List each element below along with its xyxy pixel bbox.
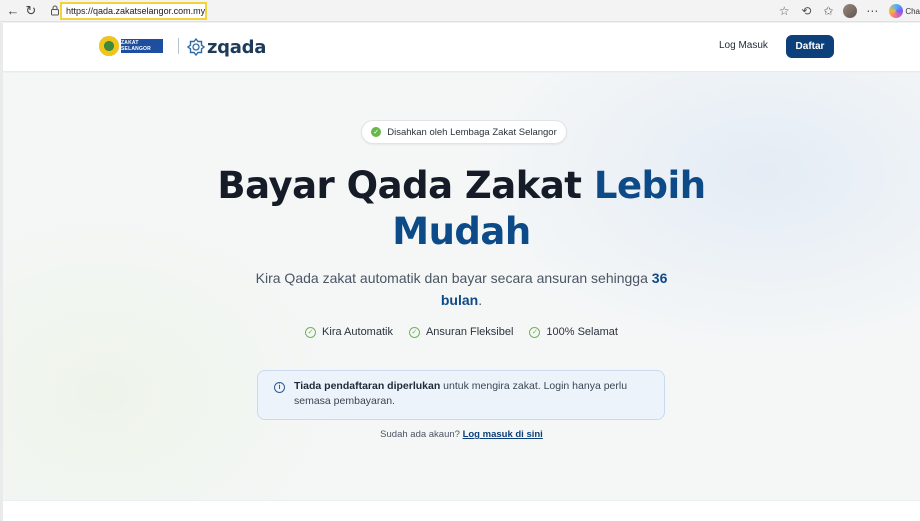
- headline-main: Bayar Qada Zakat: [217, 164, 594, 207]
- url-text: https://qada.zakatselangor.com.my: [66, 6, 206, 16]
- favorites-icon[interactable]: ✩: [817, 0, 839, 22]
- copilot-label[interactable]: Cha: [905, 7, 920, 16]
- zqada-gear-icon: [187, 38, 205, 56]
- site-header: ZAKAT SELANGOR zqada Log Masuk Daftar: [3, 23, 920, 72]
- feature-item: ✓ Ansuran Fleksibel: [408, 326, 514, 338]
- check-icon: ✓: [305, 326, 317, 338]
- info-notice: i Tiada pendaftaran diperlukan untuk men…: [257, 370, 665, 420]
- lzs-emblem-icon: [99, 36, 119, 56]
- headline-accent-2: Mudah: [392, 210, 531, 253]
- login-prompt: Sudah ada akaun? Log masuk di sini: [3, 429, 920, 440]
- info-bold: Tiada pendaftaran diperlukan: [294, 380, 441, 392]
- lzs-logo-text: ZAKAT SELANGOR: [121, 39, 163, 53]
- feature-label: Kira Automatik: [322, 326, 393, 338]
- check-circle-icon: ✓: [371, 127, 382, 137]
- info-icon: i: [274, 382, 285, 393]
- login-prompt-text: Sudah ada akaun?: [380, 429, 463, 440]
- hero-section: ✓ Disahkan oleh Lembaga Zakat Selangor B…: [3, 73, 920, 500]
- logo-divider: [178, 38, 179, 54]
- check-icon: ✓: [529, 326, 541, 338]
- lembaga-zakat-selangor-logo[interactable]: ZAKAT SELANGOR: [99, 36, 165, 56]
- feature-item: ✓ 100% Selamat: [529, 326, 618, 338]
- register-button[interactable]: Daftar: [786, 35, 834, 58]
- feature-list: ✓ Kira Automatik ✓ Ansuran Fleksibel ✓ 1…: [3, 326, 920, 338]
- info-text: Tiada pendaftaran diperlukan untuk mengi…: [294, 379, 654, 409]
- check-icon: ✓: [408, 326, 420, 338]
- login-here-link[interactable]: Log masuk di sini: [463, 429, 543, 440]
- login-link[interactable]: Log Masuk: [719, 40, 768, 51]
- back-arrow-icon[interactable]: ←: [4, 2, 22, 20]
- refresh-icon[interactable]: ↻: [22, 2, 40, 20]
- feature-label: 100% Selamat: [546, 326, 618, 338]
- feature-item: ✓ Kira Automatik: [305, 326, 393, 338]
- zqada-logo[interactable]: zqada: [187, 36, 266, 58]
- subtext-main: Kira Qada zakat automatik dan bayar seca…: [255, 270, 652, 286]
- favorite-star-icon[interactable]: ☆: [773, 0, 795, 22]
- browser-toolbar: ← ↻ https://qada.zakatselangor.com.my ☆ …: [0, 0, 920, 22]
- address-bar[interactable]: https://qada.zakatselangor.com.my: [60, 2, 207, 20]
- hero-headline: Bayar Qada Zakat Lebih Mudah: [3, 163, 920, 255]
- browser-actions: ☆ ⟲ ✩ ⋯ Cha: [773, 0, 920, 22]
- headline-accent-1: Lebih: [593, 164, 706, 207]
- copilot-icon[interactable]: [889, 4, 904, 18]
- brand-name: zqada: [207, 36, 267, 58]
- feature-label: Ansuran Fleksibel: [425, 326, 514, 338]
- lock-icon: [51, 5, 59, 16]
- extensions-icon[interactable]: ⟲: [795, 0, 817, 22]
- profile-avatar[interactable]: [839, 0, 861, 22]
- more-options-icon[interactable]: ⋯: [861, 0, 883, 22]
- page-bottom: [3, 500, 920, 521]
- subtext-end: .: [478, 292, 483, 308]
- verified-badge: ✓ Disahkan oleh Lembaga Zakat Selangor: [361, 120, 567, 144]
- hero-subtext: Kira Qada zakat automatik dan bayar seca…: [253, 267, 670, 311]
- badge-text: Disahkan oleh Lembaga Zakat Selangor: [387, 126, 557, 138]
